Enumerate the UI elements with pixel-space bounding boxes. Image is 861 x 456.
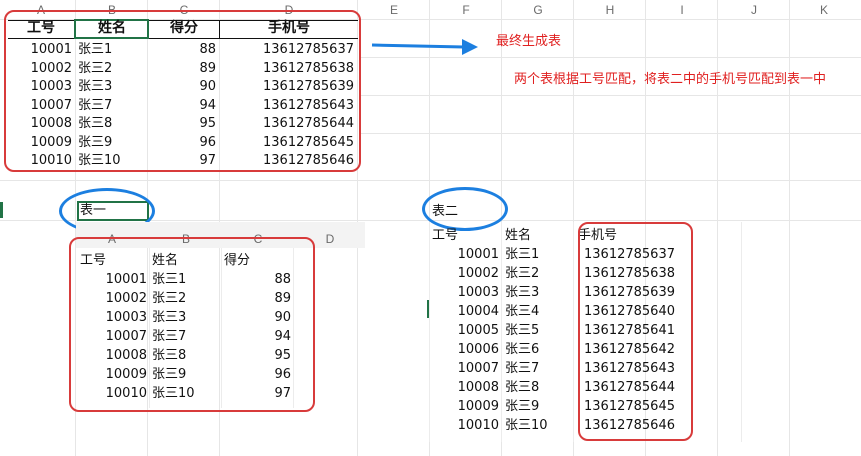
t2-cell-name[interactable]: 张三4 xyxy=(505,302,575,321)
column-header-f[interactable]: F xyxy=(430,3,502,17)
column-header-g[interactable]: G xyxy=(502,3,574,17)
table2-phone-highlight xyxy=(578,222,693,441)
t2-header-id[interactable]: 工号 xyxy=(432,226,458,245)
t2-cell-id[interactable]: 10007 xyxy=(430,359,499,378)
final-table-label: 最终生成表 xyxy=(496,34,562,49)
t2-cell-id[interactable]: 10009 xyxy=(430,397,499,416)
column-header-e[interactable]: E xyxy=(358,3,430,17)
t2-cell-id[interactable]: 10004 xyxy=(430,302,499,321)
t2-cell-name[interactable]: 张三1 xyxy=(505,245,575,264)
t2-cell-id[interactable]: 10003 xyxy=(430,283,499,302)
table1-highlight xyxy=(69,237,315,412)
final-table-highlight xyxy=(4,10,361,172)
t2-cell-id[interactable]: 10002 xyxy=(430,264,499,283)
t2-cell-name[interactable]: 张三9 xyxy=(505,397,575,416)
table2-label-circle xyxy=(422,187,508,231)
t2-cell-name[interactable]: 张三8 xyxy=(505,378,575,397)
t2-cell-id[interactable]: 10008 xyxy=(430,378,499,397)
t2-cell-name[interactable]: 张三3 xyxy=(505,283,575,302)
column-header-i[interactable]: I xyxy=(646,3,718,17)
t2-cell-id[interactable]: 10005 xyxy=(430,321,499,340)
t2-header-name[interactable]: 姓名 xyxy=(505,226,531,245)
t2-cell-name[interactable]: 张三10 xyxy=(505,416,575,435)
t2-cell-name[interactable]: 张三5 xyxy=(505,321,575,340)
column-header-h[interactable]: H xyxy=(574,3,646,17)
column-header-k[interactable]: K xyxy=(790,3,858,17)
row-selection-marker xyxy=(0,202,3,218)
t2-cell-id[interactable]: 10010 xyxy=(430,416,499,435)
t2-cell-name[interactable]: 张三6 xyxy=(505,340,575,359)
t2-cell-name[interactable]: 张三7 xyxy=(505,359,575,378)
instruction-text: 两个表根据工号匹配，将表二中的手机号匹配到表一中 xyxy=(514,72,827,87)
t2-cell-name[interactable]: 张三2 xyxy=(505,264,575,283)
t2-cell-id[interactable]: 10001 xyxy=(430,245,499,264)
t2-cell-id[interactable]: 10006 xyxy=(430,340,499,359)
column-header-j[interactable]: J xyxy=(718,3,790,17)
arrow-icon xyxy=(371,39,478,55)
